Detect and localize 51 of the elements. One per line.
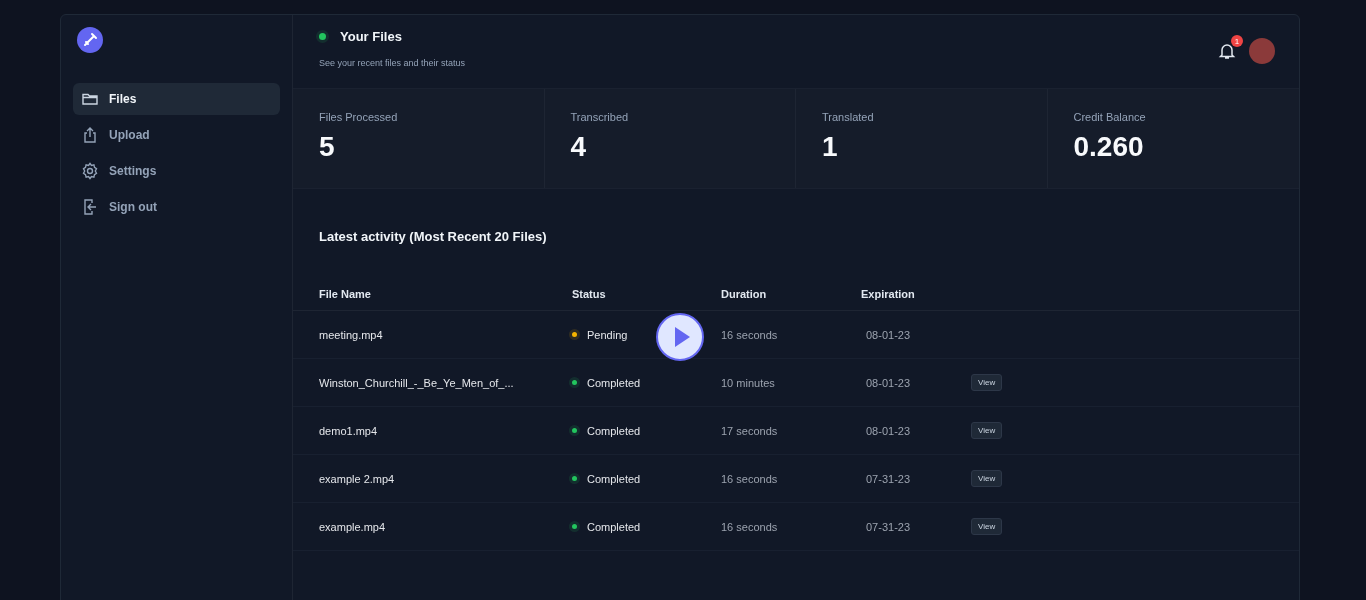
expiration-date: 08-01-23: [865, 376, 912, 389]
stat-label: Files Processed: [319, 111, 399, 123]
expiration-date: 08-01-23: [865, 328, 912, 341]
status-label: Pending: [587, 328, 628, 341]
file-name: Winston_Churchill_-_Be_Ye_Men_of_...: [319, 376, 515, 389]
duration: 17 seconds: [721, 424, 779, 437]
expiration-date: 07-31-23: [865, 472, 912, 485]
view-button[interactable]: View: [971, 518, 1003, 535]
page-title: Your Files: [340, 29, 402, 44]
stat-value: 5: [319, 131, 336, 163]
status-label: Completed: [587, 424, 641, 437]
file-name: example.mp4: [319, 520, 387, 533]
file-name: meeting.mp4: [319, 328, 384, 341]
sidebar-item[interactable]: Files: [73, 83, 280, 115]
stat-label: Credit Balance: [1073, 111, 1147, 123]
stat-value: 0.260: [1073, 131, 1145, 163]
duration: 16 seconds: [721, 328, 779, 341]
stat-label: Transcribed: [570, 111, 630, 123]
logo-icon: [77, 27, 103, 53]
notification-count: 1: [1231, 35, 1243, 47]
file-name: demo1.mp4: [319, 424, 379, 437]
view-button[interactable]: View: [971, 422, 1003, 439]
stat-label: Translated: [822, 111, 875, 123]
duration: 16 seconds: [721, 520, 779, 533]
view-button[interactable]: View: [971, 374, 1003, 391]
expiration-date: 07-31-23: [865, 520, 912, 533]
status-dot-icon: [319, 33, 326, 40]
expiration-date: 08-01-23: [865, 424, 912, 437]
sign-out-icon: [81, 198, 99, 216]
sidebar-item[interactable]: Settings: [73, 155, 280, 187]
status-label: Completed: [587, 472, 641, 485]
section-title: Latest activity (Most Recent 20 Files): [318, 228, 548, 246]
status-label: Completed: [587, 520, 641, 533]
stat-value: 1: [822, 131, 839, 163]
column-header: Expiration: [861, 288, 916, 300]
status-label: Completed: [587, 376, 641, 389]
sidebar-item[interactable]: Upload: [73, 119, 280, 151]
play-button[interactable]: [655, 312, 705, 362]
duration: 16 seconds: [721, 472, 779, 485]
duration: 10 minutes: [721, 376, 776, 389]
column-header: Duration: [721, 288, 768, 300]
view-button[interactable]: View: [971, 470, 1003, 487]
page-subtitle: See your recent files and their status: [319, 58, 466, 68]
stat-value: 4: [570, 131, 588, 163]
notification-bell-icon[interactable]: [1217, 41, 1237, 61]
settings-icon: [81, 162, 99, 180]
column-header: Status: [572, 288, 607, 300]
share-icon: [81, 126, 99, 144]
file-name: example 2.mp4: [319, 472, 396, 485]
column-header: File Name: [319, 288, 372, 300]
sidebar-item[interactable]: Sign out: [73, 191, 280, 223]
